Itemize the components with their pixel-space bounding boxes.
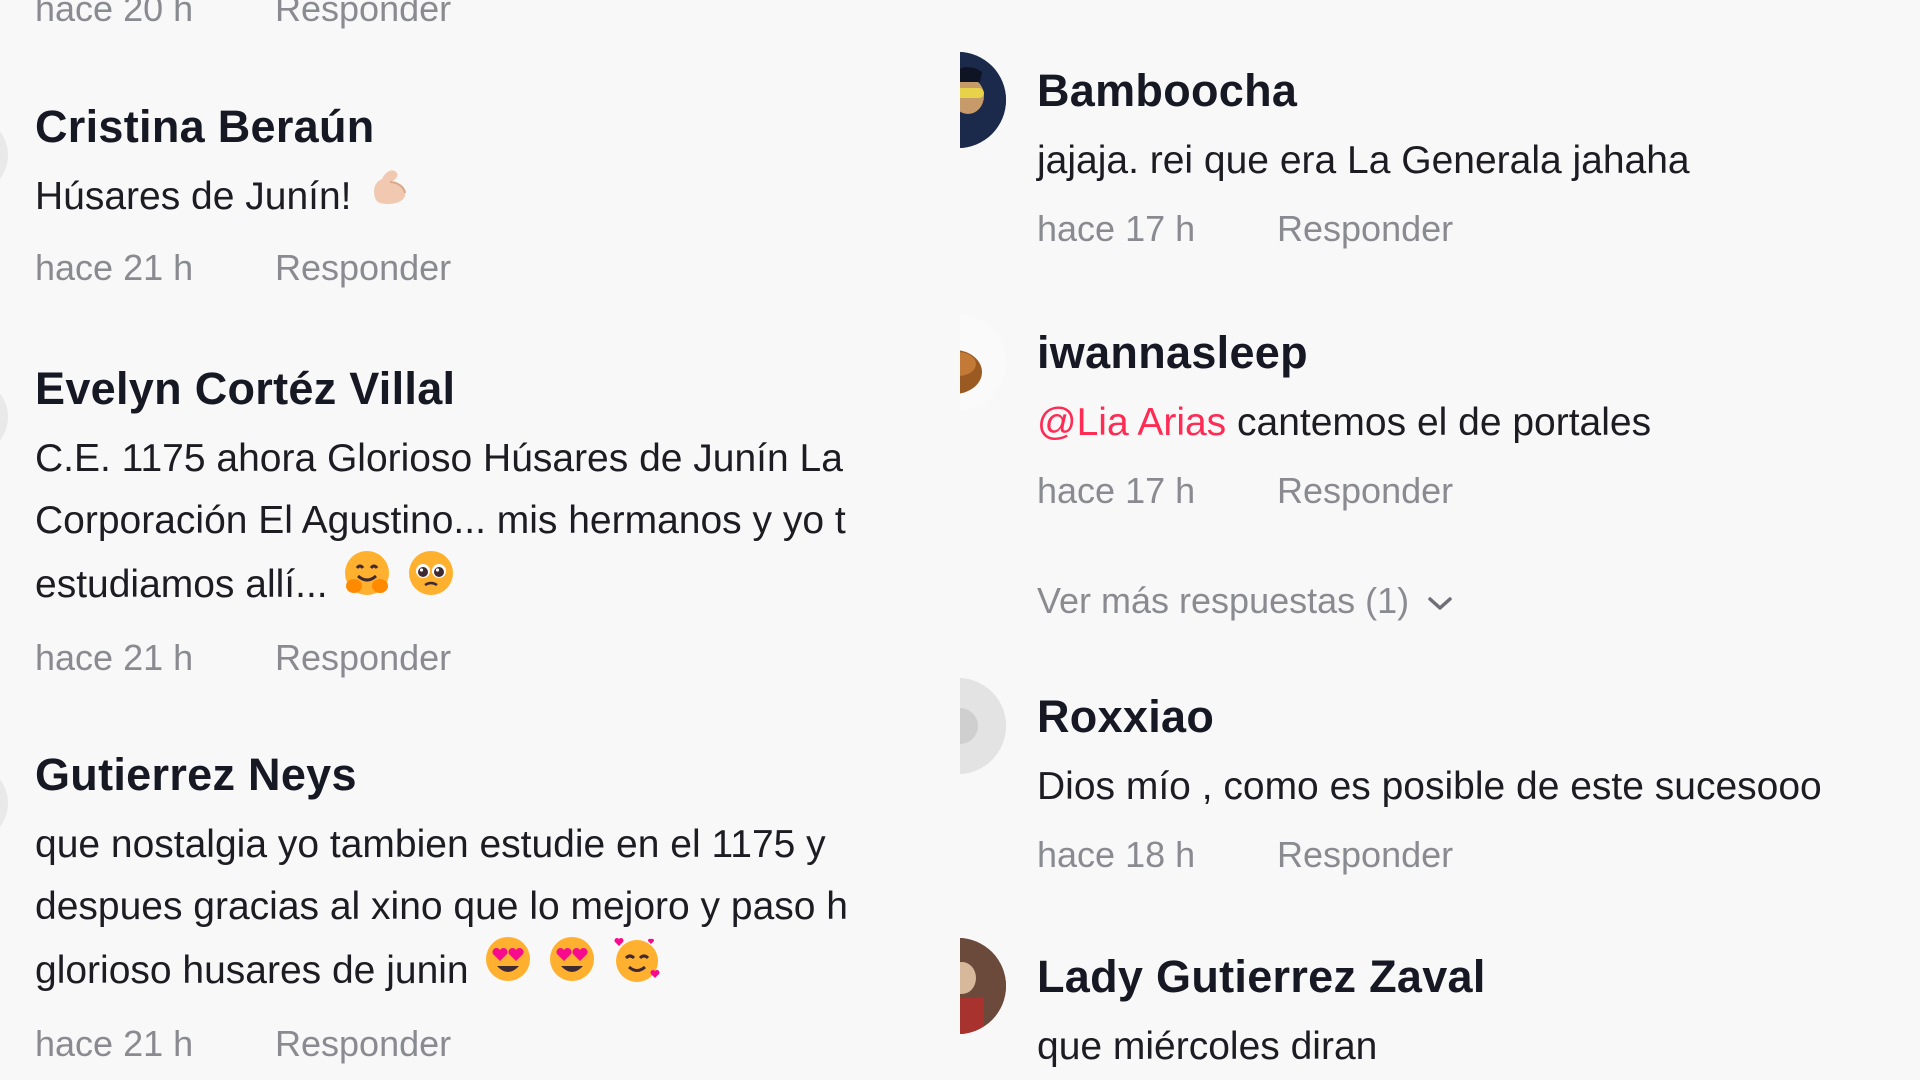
comment-text: que miércoles diran xyxy=(1037,1025,1378,1068)
comment-line-text: glorioso husares de junin xyxy=(35,948,469,992)
comment-text: que nostalgia yo tambien estudie en el 1… xyxy=(35,814,960,1007)
right-comments-panel: Bamboocha jajaja. rei que era La General… xyxy=(960,0,1920,1080)
comment-line: despues gracias al xino que lo mejoro y … xyxy=(35,885,848,928)
comment-author[interactable]: Roxxiao xyxy=(1037,690,1920,744)
avatar[interactable] xyxy=(960,314,1006,410)
comment-line: que nostalgia yo tambien estudie en el 1… xyxy=(35,823,826,866)
reply-button[interactable]: Responder xyxy=(1277,468,1453,514)
comment-meta: hace 21 h Responder xyxy=(35,245,960,291)
flexed-biceps-icon xyxy=(366,162,412,227)
reply-button[interactable]: Responder xyxy=(275,635,451,681)
comment-author[interactable]: iwannasleep xyxy=(1037,326,1920,380)
view-more-replies-button[interactable]: Ver más respuestas (1) xyxy=(1037,578,1455,624)
comment-time: hace 21 h xyxy=(35,247,194,289)
comment-line-text: estudiamos allí... xyxy=(35,562,328,606)
reply-button[interactable]: Responder xyxy=(275,245,451,291)
comment-author[interactable]: Evelyn Cortéz Villal xyxy=(35,362,960,416)
reply-button[interactable]: Responder xyxy=(275,0,451,32)
avatar[interactable] xyxy=(960,678,1006,774)
comment-time: hace 20 h xyxy=(35,0,194,29)
avatar[interactable] xyxy=(960,52,1006,148)
comment-text: C.E. 1175 ahora Glorioso Húsares de Juní… xyxy=(35,428,960,621)
heart-eyes-icon xyxy=(547,934,597,1003)
smiling-face-with-hearts-icon xyxy=(611,934,663,1003)
mention-link[interactable]: @Lia Arias xyxy=(1037,401,1226,444)
comment-author[interactable]: Cristina Beraún xyxy=(35,100,960,154)
comment-author[interactable]: Gutierrez Neys xyxy=(35,748,960,802)
comment-meta: hace 20 h Responder xyxy=(35,0,960,32)
comment-line-last: estudiamos allí... xyxy=(35,551,960,621)
comment-line: C.E. 1175 ahora Glorioso Húsares de Juní… xyxy=(35,437,843,480)
chevron-down-icon xyxy=(1428,597,1452,611)
comment-meta: hace 21 h Responder xyxy=(35,1021,960,1067)
pleading-face-icon xyxy=(406,548,456,617)
comment-meta: hace 21 h Responder xyxy=(35,635,960,681)
comment-line-last: glorioso husares de junin xyxy=(35,937,960,1007)
reply-button[interactable]: Responder xyxy=(275,1021,451,1067)
comment-meta: hace 17 h Responder xyxy=(1037,468,1920,514)
comment-text: Dios mío , como es posible de este suces… xyxy=(1037,765,1822,808)
comment-time: hace 21 h xyxy=(35,1023,194,1064)
comment-text: @Lia Arias cantemos el de portales xyxy=(1037,392,1920,454)
comment-text: jajaja. rei que era La Generala jahaha xyxy=(1037,139,1690,182)
comment-meta: hace 17 h Responder xyxy=(1037,206,1920,252)
comment-time: hace 18 h xyxy=(1037,834,1196,875)
avatar[interactable] xyxy=(0,764,8,842)
comment-time: hace 21 h xyxy=(35,637,194,678)
comment-line: Húsares de Junín! xyxy=(35,175,352,218)
comment-time: hace 17 h xyxy=(1037,470,1196,511)
hugging-face-icon xyxy=(342,548,392,617)
comment-meta: hace 18 h Responder xyxy=(1037,832,1920,878)
comment-author[interactable]: Bamboocha xyxy=(1037,64,1920,118)
comment-author[interactable]: Lady Gutierrez Zaval xyxy=(1037,950,1920,1004)
heart-eyes-icon xyxy=(483,934,533,1003)
avatar[interactable] xyxy=(0,116,8,194)
comment-text: Húsares de Junín! xyxy=(35,166,960,231)
comment-text-body: cantemos el de portales xyxy=(1226,401,1652,444)
avatar[interactable] xyxy=(0,378,8,456)
left-comments-panel: hace 20 h Responder Cristina Beraún Húsa… xyxy=(0,0,960,1080)
comment-line: Corporación El Agustino... mis hermanos … xyxy=(35,499,846,542)
reply-button[interactable]: Responder xyxy=(1277,832,1453,878)
avatar[interactable] xyxy=(960,938,1006,1034)
view-more-replies-label: Ver más respuestas (1) xyxy=(1037,580,1410,621)
reply-button[interactable]: Responder xyxy=(1277,206,1453,252)
comment-time: hace 17 h xyxy=(1037,208,1196,249)
